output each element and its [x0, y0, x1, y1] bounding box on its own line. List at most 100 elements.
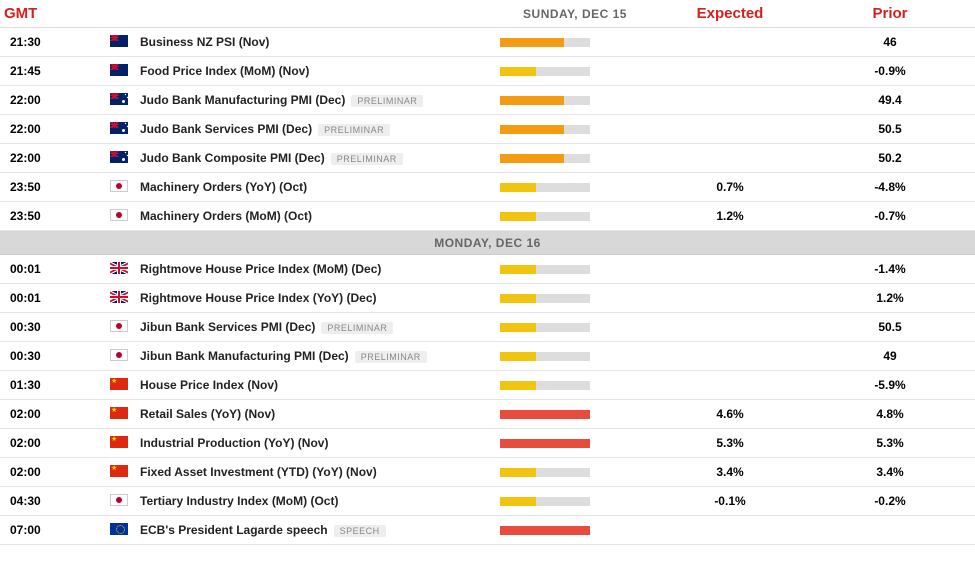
event-name: Fixed Asset Investment (YTD) (YoY) (Nov)	[140, 465, 377, 479]
importance-bar-track	[500, 410, 590, 419]
importance-bar-fill	[500, 96, 564, 105]
importance-bar-cell	[500, 497, 650, 506]
importance-bar-fill	[500, 497, 536, 506]
importance-bar-fill	[500, 352, 536, 361]
country-flag-au-icon	[110, 93, 128, 105]
importance-bar-cell	[500, 96, 650, 105]
calendar-row[interactable]: 02:00 Fixed Asset Investment (YTD) (YoY) …	[0, 458, 975, 487]
flag-icon	[110, 378, 140, 393]
importance-bar-track	[500, 183, 590, 192]
importance-bar-cell	[500, 154, 650, 163]
event-tag: SPEECH	[334, 525, 386, 537]
country-flag-au-icon	[110, 122, 128, 134]
event-time: 02:00	[0, 465, 110, 479]
flag-icon	[110, 291, 140, 306]
event-tag: PRELIMINAR	[351, 95, 423, 107]
calendar-row[interactable]: 22:00Judo Bank Services PMI (Dec)PRELIMI…	[0, 115, 975, 144]
calendar-row[interactable]: 01:30House Price Index (Nov)-5.9%	[0, 371, 975, 400]
importance-bar-fill	[500, 323, 536, 332]
calendar-row[interactable]: 22:00Judo Bank Composite PMI (Dec)PRELIM…	[0, 144, 975, 173]
calendar-row[interactable]: 23:50Machinery Orders (MoM) (Oct)1.2%-0.…	[0, 202, 975, 231]
prior-value: 50.5	[810, 320, 970, 334]
event-name: Retail Sales (YoY) (Nov)	[140, 407, 275, 421]
importance-bar-cell	[500, 526, 650, 535]
event-name: Industrial Production (YoY) (Nov)	[140, 436, 328, 450]
expected-value: 3.4%	[650, 465, 810, 479]
country-flag-gb-icon	[110, 291, 128, 303]
calendar-row[interactable]: 07:00ECB's President Lagarde speechSPEEC…	[0, 516, 975, 545]
event-name-cell: Judo Bank Services PMI (Dec) PRELIMINAR	[140, 122, 500, 136]
importance-bar-fill	[500, 294, 536, 303]
prior-value: -5.9%	[810, 378, 970, 392]
calendar-row[interactable]: 23:50Machinery Orders (YoY) (Oct)0.7%-4.…	[0, 173, 975, 202]
event-time: 21:30	[0, 35, 110, 49]
calendar-row[interactable]: 21:45Food Price Index (MoM) (Nov)-0.9%	[0, 57, 975, 86]
event-name-cell: ECB's President Lagarde speechSPEECH	[140, 523, 500, 537]
country-flag-cn-icon	[110, 465, 128, 477]
flag-icon	[110, 349, 140, 364]
event-name-cell: Jibun Bank Manufacturing PMI (Dec)PRELIM…	[140, 349, 500, 363]
calendar-row[interactable]: 21:30 Business NZ PSI (Nov) 46	[0, 28, 975, 57]
prior-value: -1.4%	[810, 262, 970, 276]
prior-value: 4.8%	[810, 407, 970, 421]
event-tag: PRELIMINAR	[318, 124, 390, 136]
event-name-cell: Rightmove House Price Index (MoM) (Dec)	[140, 262, 500, 276]
prior-value: 50.5	[810, 122, 970, 136]
calendar-row[interactable]: 00:01 Rightmove House Price Index (MoM) (…	[0, 255, 975, 284]
calendar-row[interactable]: 00:01Rightmove House Price Index (YoY) (…	[0, 284, 975, 313]
event-name-cell: Fixed Asset Investment (YTD) (YoY) (Nov)	[140, 465, 500, 479]
event-name-cell: Retail Sales (YoY) (Nov)	[140, 407, 500, 421]
importance-bar-fill	[500, 439, 590, 448]
calendar-row[interactable]: 02:00Retail Sales (YoY) (Nov)4.6%4.8%	[0, 400, 975, 429]
event-name: Food Price Index (MoM) (Nov)	[140, 64, 309, 78]
flag-icon	[110, 262, 140, 277]
flag-icon	[110, 180, 140, 195]
col-header-prior: Prior	[810, 5, 970, 22]
country-flag-cn-icon	[110, 378, 128, 390]
importance-bar-cell	[500, 294, 650, 303]
importance-bar-fill	[500, 38, 564, 47]
event-name: Machinery Orders (MoM) (Oct)	[140, 209, 312, 223]
event-name: Jibun Bank Services PMI (Dec)	[140, 320, 315, 334]
flag-icon	[110, 494, 140, 509]
flag-icon	[110, 64, 140, 79]
event-name: Judo Bank Services PMI (Dec)	[140, 122, 312, 136]
event-name-cell: Tertiary Industry Index (MoM) (Oct)	[140, 494, 500, 508]
event-tag: PRELIMINAR	[321, 322, 393, 334]
prior-value: 49	[810, 349, 970, 363]
importance-bar-track	[500, 323, 590, 332]
event-time: 00:01	[0, 291, 110, 305]
country-flag-jp-icon	[110, 494, 128, 506]
prior-value: 50.2	[810, 151, 970, 165]
importance-bar-track	[500, 125, 590, 134]
country-flag-nz-icon	[110, 35, 128, 47]
importance-bar-fill	[500, 125, 564, 134]
event-time: 23:50	[0, 209, 110, 223]
flag-icon	[110, 151, 140, 166]
calendar-row[interactable]: 22:00Judo Bank Manufacturing PMI (Dec)PR…	[0, 86, 975, 115]
calendar-row[interactable]: 04:30 Tertiary Industry Index (MoM) (Oct)…	[0, 487, 975, 516]
importance-bar-track	[500, 212, 590, 221]
importance-bar-cell	[500, 183, 650, 192]
importance-bar-fill	[500, 154, 564, 163]
event-name-cell: Machinery Orders (MoM) (Oct)	[140, 209, 500, 223]
country-flag-jp-icon	[110, 320, 128, 332]
calendar-row[interactable]: 00:30Jibun Bank Services PMI (Dec)PRELIM…	[0, 313, 975, 342]
event-name-cell: Food Price Index (MoM) (Nov)	[140, 64, 500, 78]
event-name: Machinery Orders (YoY) (Oct)	[140, 180, 307, 194]
event-name: Business NZ PSI (Nov)	[140, 35, 269, 49]
country-flag-eu-icon	[110, 523, 128, 535]
importance-bar-fill	[500, 526, 590, 535]
country-flag-jp-icon	[110, 180, 128, 192]
calendar-row[interactable]: 00:30Jibun Bank Manufacturing PMI (Dec)P…	[0, 342, 975, 371]
event-time: 00:01	[0, 262, 110, 276]
prior-value: 46	[810, 35, 970, 49]
expected-value: 4.6%	[650, 407, 810, 421]
country-flag-cn-icon	[110, 407, 128, 419]
prior-value: 49.4	[810, 93, 970, 107]
event-time: 04:30	[0, 494, 110, 508]
calendar-row[interactable]: 02:00Industrial Production (YoY) (Nov)5.…	[0, 429, 975, 458]
importance-bar-track	[500, 381, 590, 390]
expected-value: 1.2%	[650, 209, 810, 223]
importance-bar-fill	[500, 183, 536, 192]
